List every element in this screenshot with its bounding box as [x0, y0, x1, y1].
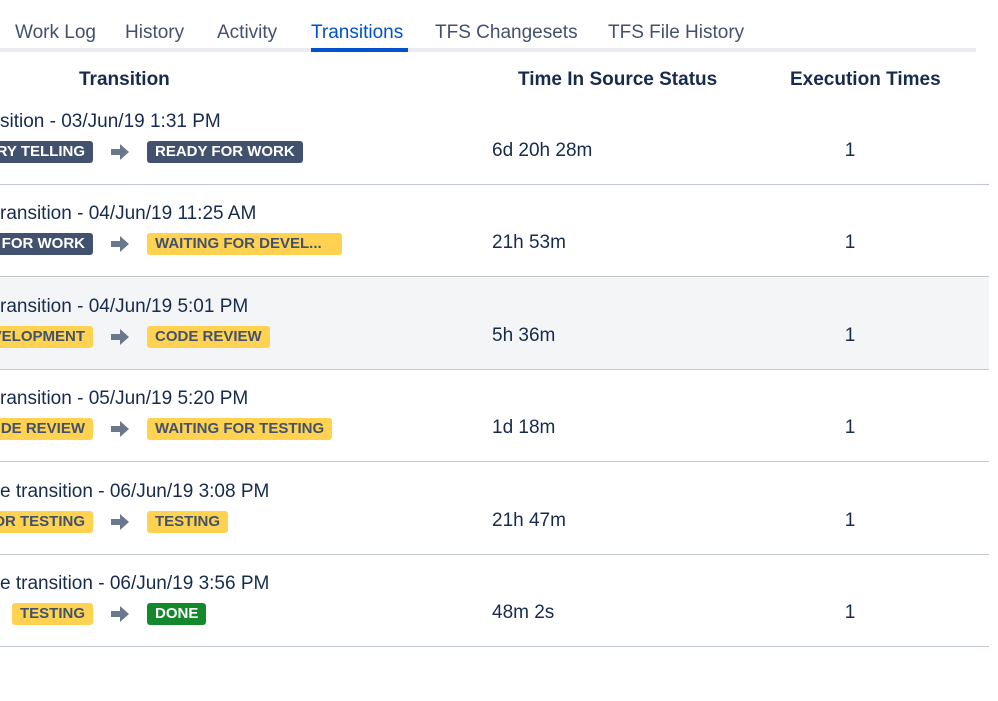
header-execution-times: Execution Times	[790, 69, 941, 90]
time-in-source-status: 48m 2s	[492, 602, 555, 623]
tab-tfs-file-history[interactable]: TFS File History	[608, 20, 744, 46]
row-divider	[0, 461, 989, 462]
transition-title: e transition - 06/Jun/19 3:56 PM	[0, 573, 270, 594]
to-status-lozenge: CODE REVIEW	[147, 326, 270, 348]
table-row: ransition - 04/Jun/19 5:01 PM VELOPMENT …	[0, 278, 989, 370]
time-in-source-status: 21h 47m	[492, 510, 566, 531]
arrow-right-icon	[111, 514, 129, 530]
transition-title: sition - 03/Jun/19 1:31 PM	[0, 111, 221, 132]
transition-title: ransition - 04/Jun/19 11:25 AM	[0, 203, 257, 224]
from-status-lozenge: OR TESTING	[0, 511, 93, 533]
to-status-lozenge: WAITING FOR DEVEL...	[147, 233, 342, 255]
from-status-lozenge: FOR WORK	[0, 233, 93, 255]
from-status-lozenge: RY TELLING	[0, 141, 93, 163]
tabs-divider	[0, 48, 976, 52]
tab-tfs-changesets[interactable]: TFS Changesets	[435, 20, 578, 46]
table-row: e transition - 06/Jun/19 3:08 PM OR TEST…	[0, 463, 989, 555]
time-in-source-status: 5h 36m	[492, 325, 556, 346]
execution-times: 1	[844, 232, 856, 253]
execution-times: 1	[844, 602, 856, 623]
execution-times: 1	[844, 140, 856, 161]
header-time-in-source-status: Time In Source Status	[518, 69, 718, 90]
to-status-lozenge: DONE	[147, 603, 207, 625]
transition-title: ransition - 05/Jun/19 5:20 PM	[0, 388, 249, 409]
execution-times: 1	[844, 325, 856, 346]
table-row: e transition - 06/Jun/19 3:56 PM TESTING…	[0, 555, 989, 647]
arrow-right-icon	[111, 421, 129, 437]
row-divider	[0, 276, 989, 277]
table-row: sition - 03/Jun/19 1:31 PM RY TELLING RE…	[0, 93, 989, 185]
arrow-right-icon	[111, 329, 129, 345]
tab-history[interactable]: History	[125, 20, 184, 46]
to-status-lozenge: WAITING FOR TESTING	[147, 418, 333, 440]
transition-title: e transition - 06/Jun/19 3:08 PM	[0, 481, 270, 502]
execution-times: 1	[844, 417, 856, 438]
tab-work-log[interactable]: Work Log	[15, 20, 96, 46]
table-row: ransition - 05/Jun/19 5:20 PM DE REVIEW …	[0, 370, 989, 462]
tab-transitions[interactable]: Transitions	[311, 20, 403, 46]
to-status-lozenge: TESTING	[147, 511, 229, 533]
header-transition: Transition	[79, 69, 170, 90]
arrow-right-icon	[111, 144, 129, 160]
tab-activity[interactable]: Activity	[217, 20, 277, 46]
from-status-lozenge: TESTING	[11, 603, 93, 625]
table-row: ransition - 04/Jun/19 11:25 AM FOR WORK …	[0, 185, 989, 277]
time-in-source-status: 1d 18m	[492, 417, 556, 438]
arrow-right-icon	[111, 236, 129, 252]
from-status-lozenge: VELOPMENT	[0, 326, 93, 348]
issue-tabs: Work Log History Activity Transitions TF…	[0, 0, 976, 54]
time-in-source-status: 6d 20h 28m	[492, 140, 593, 161]
active-tab-indicator	[311, 48, 408, 52]
transitions-panel: Work Log History Activity Transitions TF…	[0, 0, 998, 701]
row-divider	[0, 646, 989, 647]
time-in-source-status: 21h 53m	[492, 232, 566, 253]
from-status-lozenge: DE REVIEW	[0, 418, 93, 440]
transition-title: ransition - 04/Jun/19 5:01 PM	[0, 296, 249, 317]
arrow-right-icon	[111, 606, 129, 622]
to-status-lozenge: READY FOR WORK	[147, 141, 303, 163]
execution-times: 1	[844, 510, 856, 531]
